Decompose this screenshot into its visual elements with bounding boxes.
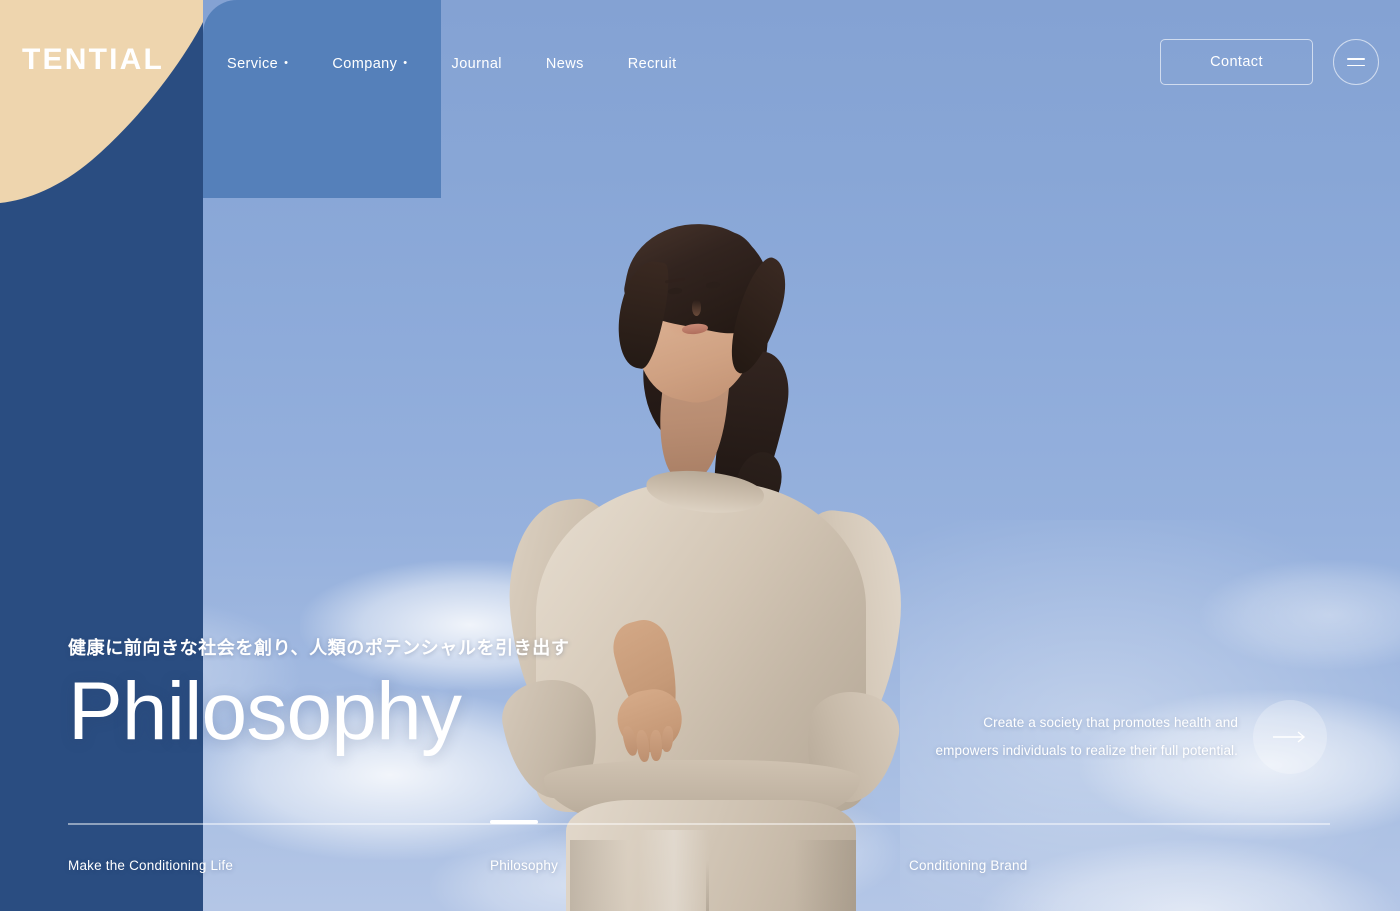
hero-japanese-lead: 健康に前向きな社会を創り、人類のポテンシャルを引き出す [68, 638, 570, 658]
dropdown-dot-icon: • [403, 56, 408, 69]
nose [692, 300, 701, 316]
next-slide-button[interactable] [1253, 700, 1327, 774]
pants-seam [706, 860, 709, 911]
nav-item-company[interactable]: Company • [332, 56, 407, 72]
contact-button-label: Contact [1210, 54, 1263, 70]
slider-track[interactable] [68, 823, 1330, 825]
slide-label-conditioning-brand[interactable]: Conditioning Brand [909, 858, 1027, 873]
nav-item-label: Company [332, 56, 398, 72]
nav-item-label: Recruit [627, 56, 677, 72]
page-title: Philosophy [68, 666, 462, 758]
nav-item-recruit[interactable]: Recruit [628, 56, 677, 72]
beige-corner-decoration [0, 0, 203, 203]
hamburger-icon-line [1347, 57, 1365, 60]
nav-item-label: Service [227, 56, 279, 72]
pants-shadow-right [794, 840, 856, 911]
hamburger-menu-button[interactable] [1333, 39, 1379, 85]
contact-button[interactable]: Contact [1160, 39, 1313, 85]
pants-highlight [638, 830, 710, 911]
slide-label-make-the-conditioning-life[interactable]: Make the Conditioning Life [68, 858, 233, 873]
hero-tagline-line-1: Create a society that promotes health an… [983, 715, 1238, 730]
nav-panel-backdrop [203, 0, 441, 198]
hero-tagline: Create a society that promotes health an… [936, 709, 1238, 766]
hero-model-photo [470, 200, 950, 911]
nav-item-journal[interactable]: Journal [452, 56, 502, 72]
hamburger-icon-line [1347, 64, 1365, 67]
slide-label-philosophy[interactable]: Philosophy [490, 858, 558, 873]
hero-tagline-line-2: empowers individuals to realize their fu… [935, 743, 1238, 759]
nav-item-news[interactable]: News [546, 56, 584, 72]
arrow-right-icon [1273, 731, 1306, 743]
slider-active-indicator [490, 820, 538, 824]
nav-item-label: News [545, 56, 584, 72]
finger [649, 729, 663, 762]
nav-item-label: Journal [451, 56, 502, 72]
dropdown-dot-icon: • [284, 56, 289, 69]
hero-text-block: 健康に前向きな社会を創り、人類のポテンシャルを引き出す Philosophy [68, 636, 569, 755]
main-navigation: Service • Company • Journal News Recruit [227, 52, 677, 76]
brand-logo[interactable]: TENTIAL [22, 45, 164, 75]
nav-item-service[interactable]: Service • [227, 56, 288, 72]
pants-shadow-left [570, 840, 628, 911]
